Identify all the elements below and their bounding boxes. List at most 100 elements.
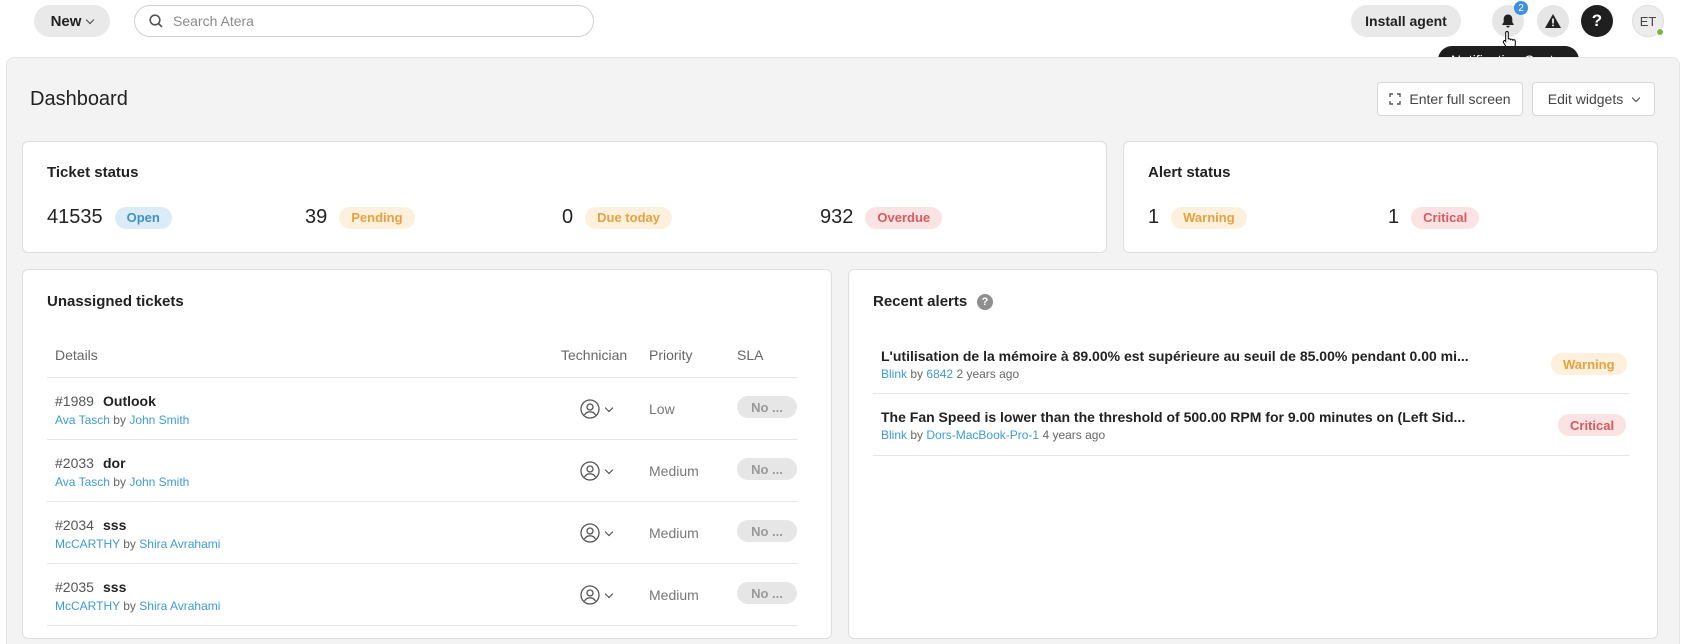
status-badge: Due today: [585, 206, 672, 229]
ticket-meta: Ava Tasch by John Smith: [55, 475, 189, 489]
alert-title[interactable]: The Fan Speed is lower than the threshol…: [881, 409, 1465, 425]
sla-badge: No ...: [737, 458, 797, 480]
ticket-title[interactable]: dor: [103, 455, 126, 471]
ticket-stat-due-today[interactable]: 0 Due today: [562, 206, 672, 229]
unassigned-tickets-title: Unassigned tickets: [47, 293, 184, 310]
ticket-title[interactable]: sss: [103, 517, 126, 533]
new-button-label: New: [50, 12, 82, 30]
divider: [873, 455, 1630, 456]
priority-value: Medium: [649, 463, 699, 479]
customer-link[interactable]: McCARTHY: [55, 537, 120, 551]
status-badge: Warning: [1171, 206, 1247, 229]
alert-stat-warning[interactable]: 1 Warning: [1148, 206, 1247, 229]
device-link[interactable]: Dors-MacBook-Pro-1: [926, 428, 1039, 442]
alert-meta: Blink by Dors-MacBook-Pro-1 4 years ago: [881, 428, 1105, 442]
ticket-stat-pending[interactable]: 39 Pending: [305, 206, 415, 229]
column-header-details[interactable]: Details: [55, 347, 98, 363]
bell-icon: [1502, 14, 1514, 28]
chevron-down-icon: [86, 15, 95, 24]
status-badge: Overdue: [865, 206, 943, 229]
recent-alerts-title: Recent alerts: [873, 293, 968, 310]
column-header-technician[interactable]: Technician: [561, 347, 627, 363]
enter-full-screen-button[interactable]: Enter full screen: [1377, 82, 1523, 116]
severity-badge: Critical: [1558, 414, 1627, 436]
alert-time: 4 years ago: [1042, 428, 1106, 442]
author-link[interactable]: John Smith: [129, 413, 189, 427]
page-title: Dashboard: [30, 88, 128, 110]
by-label: by: [910, 367, 924, 381]
status-badge: Pending: [339, 206, 415, 229]
stat-value: 0: [562, 206, 574, 228]
alert-stat-critical[interactable]: 1 Critical: [1388, 206, 1480, 229]
device-link[interactable]: 6842: [926, 367, 953, 381]
stat-value: 39: [305, 206, 328, 228]
technician-picker[interactable]: [580, 399, 614, 419]
search-input[interactable]: [173, 13, 573, 29]
chevron-down-icon: [1631, 93, 1641, 102]
alerts-button[interactable]: [1537, 5, 1569, 37]
ticket-stat-open[interactable]: 41535 Open: [47, 206, 172, 229]
ticket-id: #2033: [55, 455, 94, 471]
ticket-stat-overdue[interactable]: 932 Overdue: [820, 206, 943, 229]
ticket-status-card: [22, 141, 1107, 253]
unassigned-tickets-card: [22, 269, 832, 639]
search-bar[interactable]: [134, 5, 594, 37]
customer-link[interactable]: Blink: [881, 367, 907, 381]
help-icon[interactable]: ?: [977, 294, 993, 310]
edit-widgets-button[interactable]: Edit widgets: [1532, 82, 1655, 116]
enter-full-screen-label: Enter full screen: [1409, 91, 1511, 107]
ticket-title[interactable]: sss: [103, 579, 126, 595]
alert-status-title: Alert status: [1148, 164, 1231, 181]
edit-widgets-label: Edit widgets: [1547, 91, 1624, 107]
by-label: by: [123, 537, 136, 551]
alert-meta: Blink by 6842 2 years ago: [881, 367, 1019, 381]
help-button[interactable]: ?: [1581, 5, 1613, 37]
ticket-title[interactable]: Outlook: [103, 393, 156, 409]
install-agent-button[interactable]: Install agent: [1351, 5, 1461, 37]
ticket-id: #2035: [55, 579, 94, 595]
user-icon: [580, 399, 600, 419]
stat-value: 932: [820, 206, 854, 228]
by-label: by: [113, 413, 126, 427]
severity-badge: Warning: [1551, 353, 1627, 375]
by-label: by: [113, 475, 126, 489]
author-link[interactable]: Shira Avrahami: [139, 599, 220, 613]
technician-picker[interactable]: [580, 523, 614, 543]
stat-value: 41535: [47, 206, 103, 228]
sla-badge: No ...: [737, 396, 797, 418]
author-link[interactable]: Shira Avrahami: [139, 537, 220, 551]
divider: [47, 377, 798, 378]
technician-picker[interactable]: [580, 585, 614, 605]
search-icon: [149, 14, 163, 28]
column-header-sla[interactable]: SLA: [737, 347, 763, 363]
alert-title[interactable]: L'utilisation de la mémoire à 89.00% est…: [881, 348, 1469, 364]
ticket-status-title: Ticket status: [47, 164, 139, 181]
divider: [873, 393, 1630, 394]
customer-link[interactable]: Ava Tasch: [55, 475, 110, 489]
author-link[interactable]: John Smith: [129, 475, 189, 489]
customer-link[interactable]: Blink: [881, 428, 907, 442]
column-header-priority[interactable]: Priority: [649, 347, 693, 363]
ticket-id: #2034: [55, 517, 94, 533]
warning-icon: [1545, 14, 1561, 28]
priority-value: Medium: [649, 525, 699, 541]
ticket-meta: McCARTHY by Shira Avrahami: [55, 599, 220, 613]
alert-time: 2 years ago: [956, 367, 1020, 381]
technician-picker[interactable]: [580, 461, 614, 481]
customer-link[interactable]: McCARTHY: [55, 599, 120, 613]
by-label: by: [910, 428, 924, 442]
priority-value: Low: [649, 401, 675, 417]
chevron-down-icon: [604, 403, 614, 412]
notification-count-badge: 2: [1514, 1, 1528, 15]
recent-alerts-card: [848, 269, 1658, 639]
chevron-down-icon: [604, 589, 614, 598]
sla-badge: No ...: [737, 582, 797, 604]
stat-value: 1: [1388, 206, 1400, 228]
user-icon: [580, 461, 600, 481]
user-icon: [580, 523, 600, 543]
by-label: by: [123, 599, 136, 613]
alert-status-card: [1123, 141, 1658, 253]
new-button[interactable]: New: [34, 5, 110, 37]
customer-link[interactable]: Ava Tasch: [55, 413, 110, 427]
divider: [47, 501, 798, 502]
